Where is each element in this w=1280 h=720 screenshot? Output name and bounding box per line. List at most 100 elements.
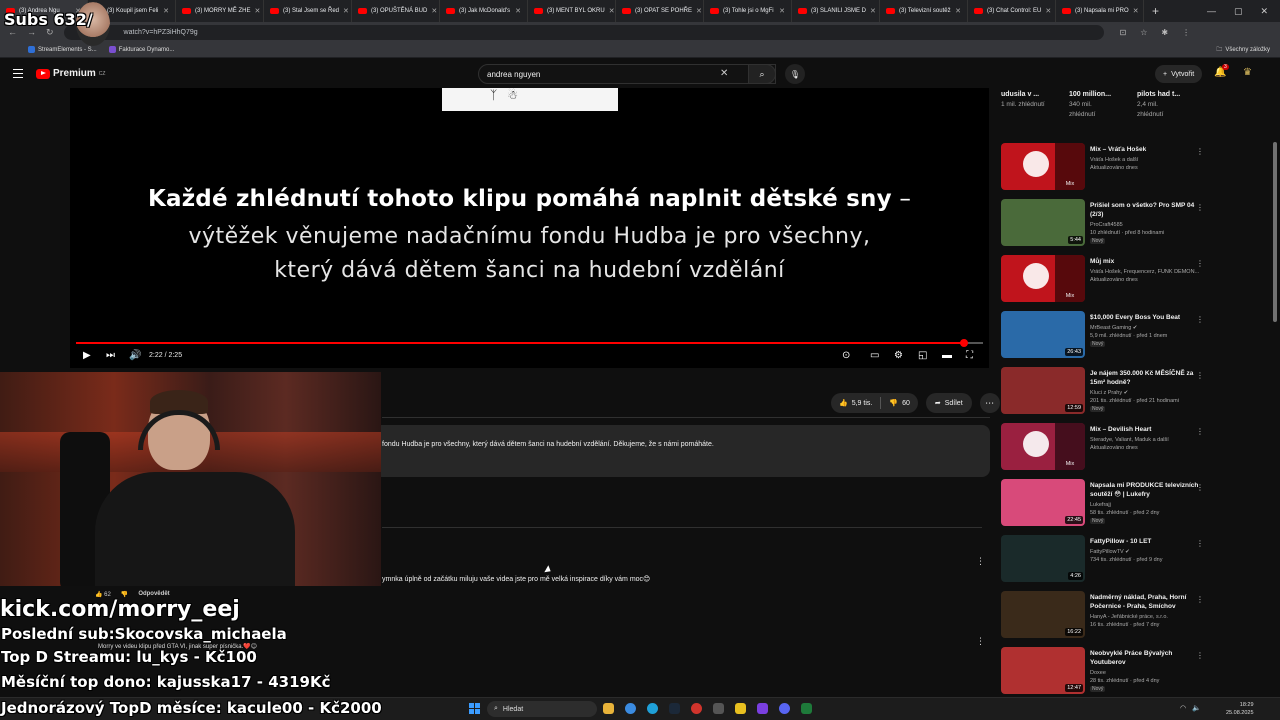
menu-icon[interactable]: ⋮ bbox=[1182, 28, 1190, 37]
close-window-icon[interactable]: ✕ bbox=[1260, 6, 1268, 17]
close-tab-icon[interactable]: ✕ bbox=[254, 7, 260, 15]
chrome-icon[interactable] bbox=[625, 703, 636, 714]
close-tab-icon[interactable]: ✕ bbox=[696, 7, 702, 15]
browser-tab[interactable]: (3) Televizní soutěž ✕ bbox=[880, 0, 968, 22]
video-title[interactable]: Mix – Vráťa Hošek bbox=[1090, 145, 1206, 154]
video-thumbnail[interactable]: 12:59 bbox=[1001, 367, 1085, 414]
theater-mode-icon[interactable]: ▬ bbox=[942, 350, 952, 361]
related-video-item[interactable]: udusila v ... 1 mil. zhlédnutí bbox=[1001, 90, 1063, 110]
video-thumbnail[interactable]: Mix bbox=[1001, 423, 1085, 470]
browser-tab[interactable]: (3) OPUŠTĚNÁ BUD ✕ bbox=[352, 0, 440, 22]
video-thumbnail[interactable]: Mix bbox=[1001, 255, 1085, 302]
bookmark-star-icon[interactable]: ☆ bbox=[1140, 28, 1147, 37]
url-field[interactable]: watch?v=hPZ3iHhQ79g bbox=[63, 24, 1104, 40]
like-button[interactable]: 👍 5,9 tis. bbox=[831, 399, 880, 408]
browser-tab[interactable]: (3) Jak McDonald's ✕ bbox=[440, 0, 528, 22]
video-menu-icon[interactable]: ⋮ bbox=[1196, 315, 1204, 324]
comment-menu-icon[interactable]: ⋮ bbox=[976, 556, 985, 567]
recommended-video[interactable]: 12:47 Neobvyklé Práce Bývalých Youtuberov… bbox=[1001, 647, 1211, 697]
video-thumbnail[interactable]: 5:44 bbox=[1001, 199, 1085, 246]
channel-name[interactable]: HanyA - Jeřábnické práce, s.r.o. bbox=[1090, 613, 1206, 621]
all-bookmarks[interactable]: 🗀 Všechny záložky bbox=[1216, 45, 1280, 55]
close-tab-icon[interactable]: ✕ bbox=[515, 7, 521, 15]
excel-icon[interactable] bbox=[801, 703, 812, 714]
search-input[interactable]: andrea nguyen bbox=[478, 64, 776, 84]
app-icon[interactable] bbox=[757, 703, 768, 714]
progress-bar[interactable] bbox=[76, 339, 983, 347]
browser-tab[interactable]: (3) Tohle jsi o MgFi ✕ bbox=[704, 0, 792, 22]
channel-name[interactable]: Vráťa Hošek a další bbox=[1090, 156, 1206, 164]
video-title[interactable]: Napsala mi PRODUKCE televizních soutěží … bbox=[1090, 481, 1206, 499]
search-button[interactable]: ⌕ bbox=[748, 64, 776, 84]
recommended-video[interactable]: Mix Můj mix Vráťa Hošek, Frequencerz, FUNK… bbox=[1001, 255, 1211, 305]
video-thumbnail[interactable]: 22:45 bbox=[1001, 479, 1085, 526]
channel-name[interactable]: Steradye, Valiant, Maduk a další bbox=[1090, 436, 1206, 444]
create-button[interactable]: + Vytvořit bbox=[1155, 65, 1203, 83]
discord-icon[interactable] bbox=[779, 703, 790, 714]
clear-search-icon[interactable]: ✕ bbox=[720, 68, 728, 79]
recommended-video[interactable]: 22:45 Napsala mi PRODUKCE televizních sou… bbox=[1001, 479, 1211, 529]
bookmark-item[interactable]: Fakturace Dynamo... bbox=[108, 46, 174, 53]
related-video-item[interactable]: 100 million... 340 mil. zhlédnutí bbox=[1069, 90, 1131, 120]
video-thumbnail[interactable]: Mix bbox=[1001, 143, 1085, 190]
channel-name[interactable]: ProCraft4585 bbox=[1090, 221, 1206, 229]
close-tab-icon[interactable]: ✕ bbox=[163, 7, 169, 15]
video-menu-icon[interactable]: ⋮ bbox=[1196, 259, 1204, 268]
windows-start-icon[interactable] bbox=[469, 703, 480, 714]
menu-hamburger-icon[interactable] bbox=[13, 69, 23, 78]
video-title[interactable]: $10,000 Every Boss You Beat bbox=[1090, 313, 1206, 322]
extensions-icon[interactable]: ✱ bbox=[1161, 28, 1168, 37]
video-title[interactable]: FattyPillow - 10 LET bbox=[1090, 537, 1206, 546]
video-thumbnail[interactable]: 4:26 bbox=[1001, 535, 1085, 582]
recommended-video[interactable]: 5:44 Prišiel som o všetko? Pro SMP 04 (2/… bbox=[1001, 199, 1211, 249]
steam-icon[interactable] bbox=[669, 703, 680, 714]
video-title[interactable]: Prišiel som o všetko? Pro SMP 04 (2/3) bbox=[1090, 201, 1206, 219]
new-tab-icon[interactable]: + bbox=[1144, 4, 1167, 18]
channel-name[interactable]: MrBeast Gaming ✔ bbox=[1090, 324, 1206, 332]
recommended-video[interactable]: 12:59 Je nájem 350.000 Kč MĚSÍČNĚ za 15m²… bbox=[1001, 367, 1211, 417]
next-icon[interactable]: ⏭ bbox=[106, 350, 115, 361]
video-title[interactable]: Je nájem 350.000 Kč MĚSÍČNĚ za 15m² hodn… bbox=[1090, 369, 1206, 387]
video-thumbnail[interactable]: 16:22 bbox=[1001, 591, 1085, 638]
close-tab-icon[interactable]: ✕ bbox=[779, 7, 785, 15]
related-video-item[interactable]: pilots had t... 2,4 mil. zhlédnutí bbox=[1137, 90, 1199, 120]
channel-name[interactable]: Vráťa Hošek, Frequencerz, FUNK DEMON... bbox=[1090, 268, 1206, 276]
recommended-video[interactable]: 4:26 FattyPillow - 10 LET FattyPillowTV ✔ 7… bbox=[1001, 535, 1211, 585]
fullscreen-icon[interactable]: ⛶ bbox=[966, 350, 973, 361]
browser-tab[interactable]: (3) OPAT SE POHŘE ✕ bbox=[616, 0, 704, 22]
maximize-icon[interactable]: ▢ bbox=[1234, 6, 1243, 17]
browser-tab[interactable]: (3) SLANILI JSME D ✕ bbox=[792, 0, 880, 22]
video-menu-icon[interactable]: ⋮ bbox=[1196, 147, 1204, 156]
system-tray[interactable]: ◠ 🔈 bbox=[1180, 704, 1201, 712]
video-menu-icon[interactable]: ⋮ bbox=[1196, 595, 1204, 604]
edge-icon[interactable] bbox=[647, 703, 658, 714]
taskbar-search[interactable]: ⌕ Hledat bbox=[487, 701, 597, 717]
subtitles-icon[interactable]: ▭ bbox=[870, 350, 879, 361]
play-icon[interactable]: ▶ bbox=[83, 350, 91, 361]
channel-name[interactable]: FattyPillowTV ✔ bbox=[1090, 548, 1206, 556]
scrubber-handle[interactable] bbox=[959, 339, 968, 347]
share-button[interactable]: ➦ Sdílet bbox=[925, 393, 972, 413]
video-menu-icon[interactable]: ⋮ bbox=[1196, 483, 1204, 492]
video-menu-icon[interactable]: ⋮ bbox=[1196, 539, 1204, 548]
close-tab-icon[interactable]: ✕ bbox=[1045, 7, 1051, 15]
minimize-icon[interactable]: — bbox=[1207, 6, 1216, 17]
recommended-video[interactable]: Mix Mix – Devilish Heart Steradye, Valiant… bbox=[1001, 423, 1211, 473]
close-tab-icon[interactable]: ✕ bbox=[431, 7, 437, 15]
bookmark-item[interactable]: StreamElements - S... bbox=[28, 46, 97, 53]
description-box[interactable] bbox=[374, 425, 990, 477]
video-title[interactable]: Mix – Devilish Heart bbox=[1090, 425, 1206, 434]
more-actions-button[interactable]: ⋯ bbox=[979, 393, 1000, 413]
close-tab-icon[interactable]: ✕ bbox=[1133, 7, 1139, 15]
app-icon[interactable] bbox=[713, 703, 724, 714]
miniplayer-icon[interactable]: ◱ bbox=[918, 350, 927, 361]
youtube-logo[interactable]: Premium CZ bbox=[36, 68, 105, 79]
video-player[interactable]: ᛉ ☃ Každé zhlédnutí tohoto klipu pomáhá … bbox=[70, 88, 989, 368]
video-thumbnail[interactable]: 26:43 bbox=[1001, 311, 1085, 358]
file-explorer-icon[interactable] bbox=[603, 703, 614, 714]
close-tab-icon[interactable]: ✕ bbox=[870, 7, 876, 15]
video-title[interactable]: Neobvyklé Práce Bývalých Youtuberov bbox=[1090, 649, 1206, 667]
premium-crown-icon[interactable]: ♛ bbox=[1243, 67, 1252, 78]
close-tab-icon[interactable]: ✕ bbox=[955, 7, 961, 15]
video-thumbnail[interactable]: 12:47 bbox=[1001, 647, 1085, 694]
